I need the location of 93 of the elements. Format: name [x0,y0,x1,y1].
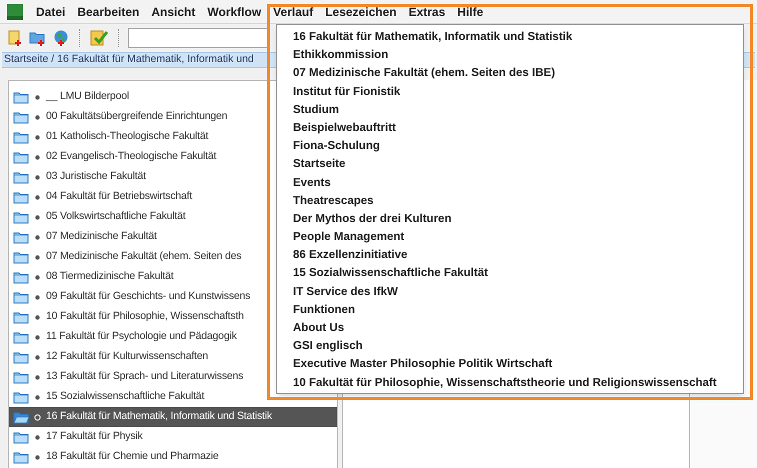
folder-icon [13,110,29,124]
menu-item[interactable]: Datei [36,2,66,20]
dot-bullet-icon [34,174,41,180]
history-menu-item[interactable]: Startseite [293,155,743,174]
dot-bullet-icon [34,314,41,320]
tree-item-label: 11 Fakultät für Psychologie und Pädagogik [46,329,237,344]
tree-item-label: 01 Katholisch-Theologische Fakultät [46,129,208,144]
new-page-icon[interactable] [6,29,24,47]
menu-item[interactable]: Bearbeiten [77,2,140,20]
tree-item-label: 15 Sozialwissenschaftliche Fakultät [46,389,204,404]
folder-icon [13,190,29,204]
folder-icon [13,450,29,464]
folder-icon [13,270,29,284]
menu-item[interactable]: Lesezeichen [325,2,397,20]
history-menu-item[interactable]: Fiona-Schulung [293,137,743,156]
dot-bullet-icon [34,214,41,220]
history-menu-item[interactable]: Ethikkommission [293,46,743,64]
open-folder-icon [13,410,29,424]
tree-item-label: 02 Evangelisch-Theologische Fakultät [46,149,216,164]
tree-item-label: 03 Juristische Fakultät [46,169,146,184]
history-menu-item[interactable]: 07 Medizinische Fakultät (ehem. Seiten des IBE) [293,64,743,83]
folder-icon [13,330,29,344]
menu-item[interactable]: Workflow [207,2,262,20]
app-logo-icon [6,2,24,20]
tree-item-label: __ LMU Bilderpool [46,89,129,104]
history-menu-item[interactable]: 16 Fakultät für Mathematik, Informatik und Statistik [293,28,743,46]
dot-bullet-icon [34,434,41,440]
dot-bullet-icon [34,254,41,260]
menu-item[interactable]: Verlauf [273,2,314,20]
tree-item-label: 05 Volkswirtschaftliche Fakultät [46,209,186,224]
search-field[interactable] [128,28,268,48]
ring-bullet-icon [34,414,41,420]
history-menu-item[interactable]: Studium [293,100,743,119]
tree-item-label: 00 Fakultätsübergreifende Einrichtungen [46,109,228,124]
dot-bullet-icon [34,454,41,460]
tree-item-label: 18 Fakultät für Chemie und Pharmazie [46,449,219,464]
folder-icon [13,170,29,184]
tree-item-label: 17 Fakultät für Physik [46,429,143,444]
history-menu-item[interactable]: 86 Exzellenzinitiative [293,246,743,264]
folder-icon [13,130,29,144]
tree-item-label: 13 Fakultät für Sprach- und Literaturwissens [46,369,244,384]
history-menu-item[interactable]: About Us [293,319,743,338]
folder-icon [13,290,29,304]
folder-icon [13,230,29,244]
folder-icon [13,350,29,364]
dot-bullet-icon [34,114,41,120]
tree-item-label: 04 Fakultät für Betriebswirtschaft [46,189,192,204]
tree-item-label: 10 Fakultät für Philosophie, Wissenschaftsth [46,309,244,324]
tree-item[interactable]: 16 Fakultät für Mathematik, Informatik und Statistik [9,407,337,427]
history-menu-item[interactable]: Funktionen [293,300,743,319]
dot-bullet-icon [34,374,41,380]
folder-icon [13,430,29,444]
folder-check-icon[interactable] [89,29,109,47]
dot-bullet-icon [34,154,41,160]
history-menu-item[interactable]: Institut für Fionistik [293,82,743,101]
dot-bullet-icon [34,394,41,400]
dot-bullet-icon [34,334,41,340]
folder-icon [13,390,29,404]
history-menu-item[interactable]: People Management [293,228,743,246]
history-menu-item[interactable]: IT Service des IfkW [293,282,743,301]
menu-item[interactable]: Hilfe [457,2,484,20]
dot-bullet-icon [34,194,41,200]
menu-item[interactable]: Ansicht [151,2,196,20]
tree-item[interactable]: 17 Fakultät für Physik [9,427,337,447]
folder-icon [13,210,29,224]
tree-item-label: 08 Tiermedizinische Fakultät [46,269,174,284]
folder-icon [13,370,29,384]
folder-icon [13,150,29,164]
history-menu-item[interactable]: Beispielwebauftritt [293,118,743,138]
history-menu-item[interactable]: Theatrescapes [293,192,743,210]
tree-item-label: 09 Fakultät für Geschichts- und Kunstwissens [46,289,250,304]
tree-item-label: 07 Medizinische Fakultät [46,229,157,244]
tree-item-label: 16 Fakultät für Mathematik, Informatik und Statistik [46,409,272,424]
globe-icon[interactable] [52,29,70,47]
folder-icon [13,310,29,324]
breadcrumb-path[interactable]: Startseite / 16 Fakultät für Mathematik, Informatik und [4,52,254,68]
history-menu-item[interactable]: Der Mythos der drei Kulturen [293,210,743,228]
folder-icon [13,250,29,264]
tree-item[interactable]: 18 Fakultät für Chemie und Pharmazie [9,447,337,467]
tree-item-label: 07 Medizinische Fakultät (ehem. Seiten des [46,249,242,264]
dot-bullet-icon [34,274,41,280]
history-menu-item[interactable]: Executive Master Philosophie Politik Wirtschaft [293,355,743,374]
history-menu-item[interactable]: GSI englisch [293,337,743,356]
dot-bullet-icon [34,234,41,240]
dot-bullet-icon [34,294,41,300]
dot-bullet-icon [34,134,41,140]
folder-icon [13,90,29,104]
menu-item[interactable]: Extras [408,2,446,20]
tree-item-label: 12 Fakultät für Kulturwissenschaften [46,349,208,364]
history-menu-item[interactable]: 15 Sozialwissenschaftliche Fakultät [293,264,743,283]
history-menu-item[interactable]: Events [293,174,743,192]
dot-bullet-icon [34,354,41,360]
dot-bullet-icon [34,94,41,100]
